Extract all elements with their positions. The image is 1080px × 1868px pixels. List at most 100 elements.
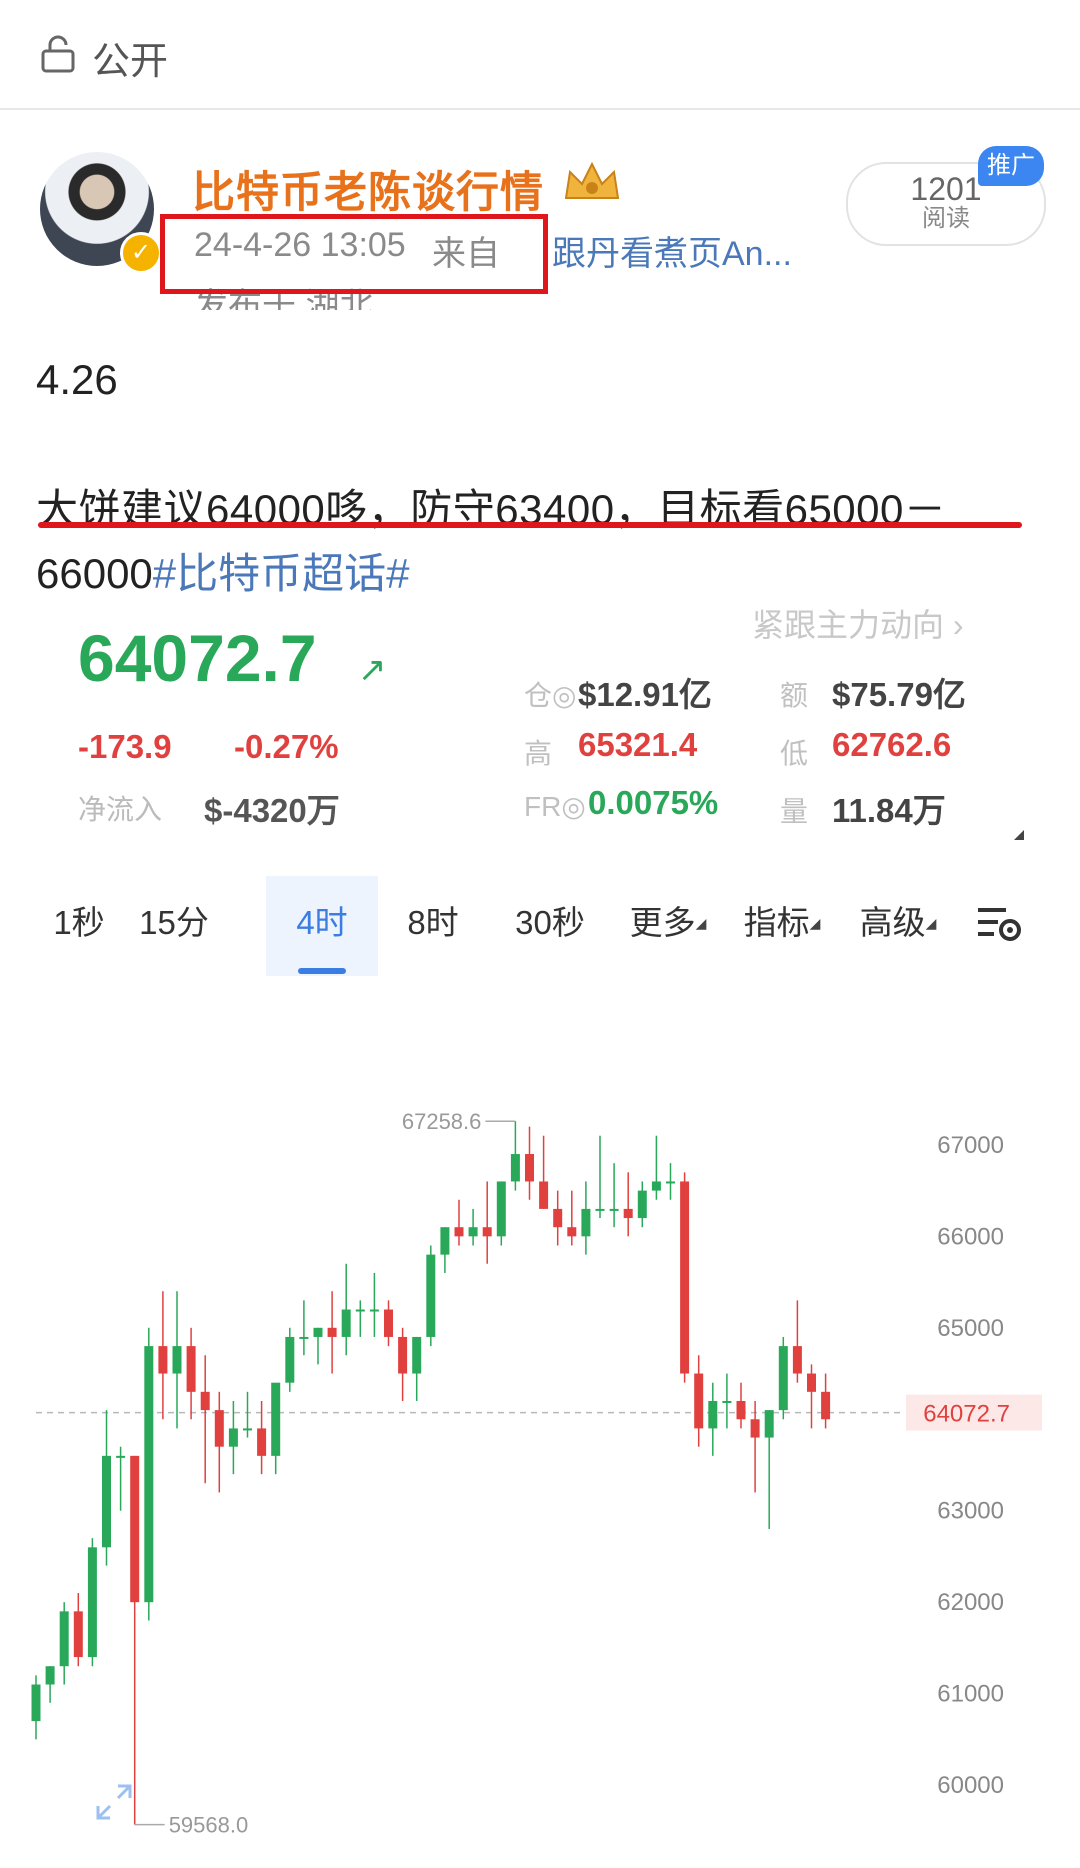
candle-body (31, 1684, 41, 1722)
candle-body (313, 1327, 323, 1337)
candle-body (186, 1346, 196, 1392)
net-inflow-label: 净流入 (78, 794, 163, 825)
timeframe-tab-bar: 1秒 15分 4时 8时 30秒 更多◢ 指标◢ 高级◢ (30, 868, 1050, 978)
candle-body (73, 1611, 83, 1658)
candle-body (792, 1346, 802, 1374)
post-text-continuation: 66000 (36, 550, 153, 597)
candle-body (680, 1181, 690, 1374)
current-price-tag: 64072.7 (923, 1401, 1010, 1428)
post-date: 4.26 (36, 356, 118, 403)
candle-body (468, 1227, 478, 1237)
candle-body (581, 1208, 591, 1237)
hashtag-link[interactable]: #比特币超话# (153, 550, 410, 597)
candle-body (736, 1400, 746, 1420)
dropdown-icon: ◢ (809, 915, 821, 931)
candle-body (271, 1382, 281, 1456)
candle-body (116, 1455, 126, 1458)
tab-indicators[interactable]: 指标◢ (742, 868, 822, 978)
candle-body (454, 1227, 464, 1237)
open-interest-value: $12.91亿 (578, 676, 712, 713)
candle-body (228, 1428, 238, 1447)
candle-body (567, 1227, 577, 1237)
price-change-abs: -173.9 (78, 728, 172, 765)
candle-body (482, 1227, 492, 1237)
candle-body (144, 1346, 154, 1603)
low-value: 62762.6 (832, 726, 952, 763)
open-interest-label: 仓◎ (524, 680, 577, 711)
tab-advanced[interactable]: 高级◢ (858, 868, 938, 978)
underline-annotation (38, 522, 1022, 528)
y-tick-label: 61000 (937, 1681, 1004, 1708)
tab-1s[interactable]: 1秒 (48, 868, 110, 978)
tab-15m[interactable]: 15分 (136, 868, 212, 978)
candle-body (130, 1455, 140, 1603)
tab-more[interactable]: 更多◢ (628, 868, 708, 978)
candle-body (341, 1309, 351, 1337)
candle-body (722, 1400, 732, 1403)
candle-body (778, 1346, 788, 1411)
candlestick-chart[interactable]: 67258.6 59568.0 60000 61000 62000 63000 65000 6… (0, 990, 1080, 1868)
verified-badge-icon: ✓ (120, 232, 162, 274)
candle-body (764, 1410, 774, 1438)
last-price: 64072.7 (78, 621, 317, 695)
y-tick-label: 67000 (937, 1132, 1004, 1159)
candle-body (158, 1346, 168, 1374)
collapse-corner-icon[interactable] (1014, 830, 1024, 840)
y-tick-label: 60000 (937, 1772, 1004, 1799)
candle-body (200, 1391, 210, 1411)
candle-body (609, 1208, 619, 1211)
active-tab-indicator (298, 968, 346, 974)
expand-icon[interactable] (92, 1780, 136, 1824)
y-tick-label: 65000 (937, 1315, 1004, 1342)
candle-body (553, 1208, 563, 1228)
candle-body (355, 1309, 365, 1312)
candle-body (214, 1410, 224, 1447)
tab-indicators-label: 指标 (743, 904, 810, 941)
candle-body (666, 1181, 675, 1184)
candle-body (708, 1400, 718, 1429)
visibility-label: 公开 (92, 41, 169, 83)
post-text-line2: 66000#比特币超话# (36, 540, 410, 601)
min-price-label: 59568.0 (169, 1813, 249, 1838)
source-client-link[interactable]: 跟丹看煮页An... (552, 226, 792, 275)
candle-body (59, 1611, 69, 1667)
candle-body (595, 1208, 605, 1211)
tab-30s[interactable]: 30秒 (510, 868, 590, 978)
dropdown-icon: ◢ (925, 915, 937, 931)
turnover-label: 额 (780, 680, 809, 711)
candle-body (651, 1181, 661, 1191)
up-arrow-icon: ↗ (358, 651, 387, 689)
candle-body (440, 1227, 450, 1255)
candle-body (525, 1154, 534, 1182)
tab-4h[interactable]: 4时 (266, 868, 378, 978)
candle-body (637, 1190, 647, 1219)
candle-body (807, 1373, 816, 1392)
candle-body (750, 1419, 760, 1438)
promo-badge: 推广 (978, 146, 1044, 186)
candle-body (45, 1666, 55, 1685)
candle-body (299, 1336, 309, 1339)
follow-main-force-link[interactable]: 紧跟主力动向 › (752, 600, 964, 646)
chart-settings-icon[interactable] (976, 904, 1024, 944)
candle-body (369, 1309, 379, 1312)
high-label: 高 (524, 738, 553, 769)
volume-label: 量 (780, 796, 809, 827)
candle-body (412, 1336, 422, 1374)
net-inflow-value: $-4320万 (204, 792, 340, 829)
candle-body (87, 1547, 97, 1658)
candle-body (539, 1181, 549, 1209)
candle-body (694, 1373, 704, 1429)
user-name[interactable]: 比特币老陈谈行情 (192, 158, 544, 220)
low-label: 低 (780, 738, 809, 769)
candle-body (327, 1327, 337, 1337)
tab-8h[interactable]: 8时 (402, 868, 464, 978)
candle-body (257, 1428, 267, 1456)
max-price-label: 67258.6 (402, 1109, 482, 1134)
visibility-bar[interactable]: 公开 (0, 0, 1080, 110)
dropdown-icon: ◢ (695, 915, 707, 931)
crown-icon (564, 161, 620, 199)
y-tick-label: 66000 (937, 1223, 1004, 1250)
price-change-pct: -0.27% (234, 728, 339, 765)
tab-more-label: 更多 (629, 904, 696, 941)
candle-body (243, 1428, 252, 1431)
